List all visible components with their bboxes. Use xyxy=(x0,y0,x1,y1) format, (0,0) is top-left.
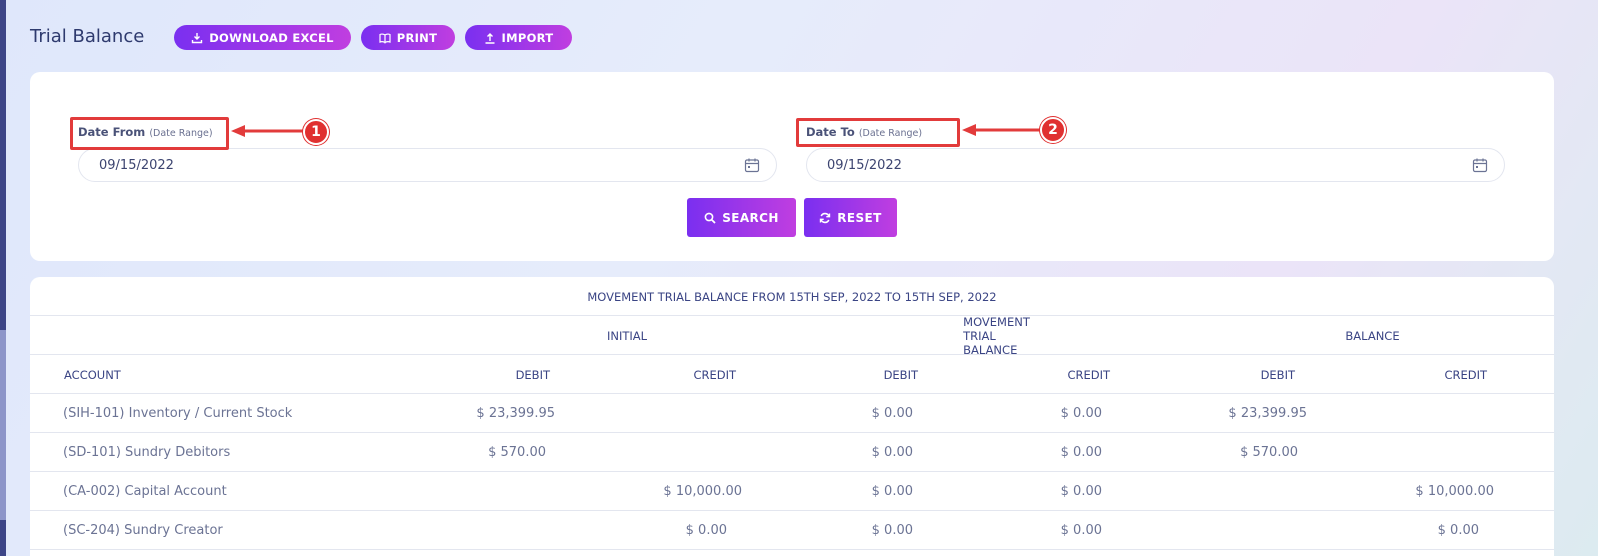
balance-debit: $ 570.00 xyxy=(1240,445,1298,460)
window-edge-scrollbar[interactable] xyxy=(0,0,6,556)
movement-debit: $ 0.00 xyxy=(871,484,913,499)
reset-button[interactable]: RESET xyxy=(804,198,897,237)
table-row[interactable]: (CA-002) Capital Account $ 10,000.00 $ 0… xyxy=(30,472,1554,511)
print-button[interactable]: PRINT xyxy=(361,25,455,50)
balance-debit: $ 23,399.95 xyxy=(1228,406,1307,421)
highlight-box-date-from xyxy=(70,117,229,150)
movement-credit: $ 0.00 xyxy=(1060,523,1102,538)
table-caption: MOVEMENT TRIAL BALANCE FROM 15TH SEP, 20… xyxy=(587,289,997,304)
arrow-2-icon xyxy=(962,124,1040,136)
group-movement: MOVEMENT TRIAL BALANCE xyxy=(963,314,1030,357)
balance-credit: $ 0.00 xyxy=(1437,523,1479,538)
initial-credit xyxy=(642,433,742,472)
search-icon xyxy=(704,212,716,224)
reset-label: RESET xyxy=(837,210,882,225)
col-balance-debit: DEBIT xyxy=(1260,367,1295,382)
account-name: (SD-101) Sundry Debitors xyxy=(63,445,231,460)
table-group-row: INITIAL MOVEMENT TRIAL BALANCE BALANCE xyxy=(30,314,1554,357)
col-initial-credit: CREDIT xyxy=(693,367,736,382)
movement-credit: $ 0.00 xyxy=(1060,406,1102,421)
arrow-1-icon xyxy=(231,125,303,137)
calendar-icon[interactable] xyxy=(1472,157,1488,173)
account-name: (SIH-101) Inventory / Current Stock xyxy=(63,406,293,421)
table-row[interactable]: (SD-101) Sundry Debitors $ 570.00 $ 0.00… xyxy=(30,433,1554,472)
badge-2: 2 xyxy=(1040,117,1066,143)
highlight-box-date-to xyxy=(796,118,960,147)
account-name: (SC-204) Sundry Creator xyxy=(63,523,223,538)
download-excel-label: DOWNLOAD EXCEL xyxy=(209,30,334,45)
search-button[interactable]: SEARCH xyxy=(687,198,796,237)
movement-debit: $ 0.00 xyxy=(871,406,913,421)
group-balance: BALANCE xyxy=(1345,328,1400,343)
initial-credit xyxy=(642,394,742,433)
date-to-input[interactable]: 09/15/2022 xyxy=(806,148,1505,182)
import-button[interactable]: IMPORT xyxy=(465,25,572,50)
initial-debit: $ 23,399.95 xyxy=(476,406,555,421)
initial-credit: $ 10,000.00 xyxy=(663,484,742,499)
movement-debit: $ 0.00 xyxy=(871,445,913,460)
upload-icon xyxy=(485,32,495,44)
download-excel-button[interactable]: DOWNLOAD EXCEL xyxy=(174,25,351,50)
balance-debit xyxy=(1207,511,1307,550)
balance-credit: $ 10,000.00 xyxy=(1415,484,1494,499)
balance-credit xyxy=(1394,433,1494,472)
refresh-icon xyxy=(820,212,831,223)
download-icon xyxy=(191,32,203,43)
import-label: IMPORT xyxy=(501,30,554,45)
initial-debit xyxy=(455,511,555,550)
col-movement-credit: CREDIT xyxy=(1067,367,1110,382)
scrollbar-thumb[interactable] xyxy=(0,330,6,520)
date-from-input[interactable]: 09/15/2022 xyxy=(78,148,777,182)
table-header-row: ACCOUNT DEBIT CREDIT DEBIT CREDIT DEBIT … xyxy=(30,355,1554,394)
table-row[interactable]: (SIH-101) Inventory / Current Stock $ 23… xyxy=(30,394,1554,433)
movement-credit: $ 0.00 xyxy=(1060,484,1102,499)
calendar-icon[interactable] xyxy=(744,157,760,173)
print-label: PRINT xyxy=(396,30,438,45)
table-caption-row: MOVEMENT TRIAL BALANCE FROM 15TH SEP, 20… xyxy=(30,277,1554,316)
col-movement-debit: DEBIT xyxy=(883,367,918,382)
movement-debit: $ 0.00 xyxy=(871,523,913,538)
book-icon xyxy=(379,32,391,44)
movement-credit: $ 0.00 xyxy=(1060,445,1102,460)
initial-debit xyxy=(455,472,555,511)
table-row[interactable]: (SC-204) Sundry Creator $ 0.00 $ 0.00 $ … xyxy=(30,511,1554,550)
balance-debit xyxy=(1207,472,1307,511)
page-title: Trial Balance xyxy=(30,26,145,47)
badge-1: 1 xyxy=(303,119,329,145)
col-initial-debit: DEBIT xyxy=(515,367,550,382)
col-balance-credit: CREDIT xyxy=(1444,367,1487,382)
initial-debit: $ 570.00 xyxy=(488,445,546,460)
initial-credit: $ 0.00 xyxy=(685,523,727,538)
balance-credit xyxy=(1394,394,1494,433)
account-name: (CA-002) Capital Account xyxy=(63,484,227,499)
trial-balance-table: MOVEMENT TRIAL BALANCE FROM 15TH SEP, 20… xyxy=(30,277,1554,556)
col-account: ACCOUNT xyxy=(64,367,121,382)
date-from-value: 09/15/2022 xyxy=(99,157,174,173)
date-to-value: 09/15/2022 xyxy=(827,157,902,173)
group-initial: INITIAL xyxy=(606,328,648,343)
search-label: SEARCH xyxy=(722,210,779,225)
